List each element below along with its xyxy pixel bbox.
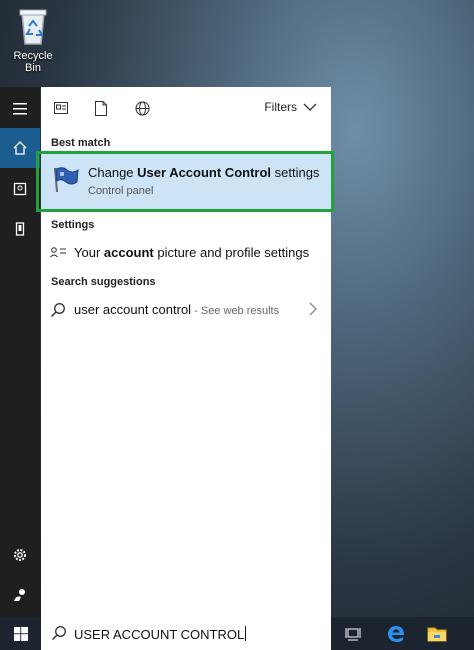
windows-logo-icon	[13, 626, 28, 641]
settings-header: Settings	[51, 219, 95, 231]
settings-button[interactable]	[0, 535, 40, 575]
notebook-button[interactable]	[0, 169, 40, 209]
task-view-icon	[345, 627, 360, 640]
suggestion-label: user account control - See web results	[74, 302, 280, 317]
edge-browser-button[interactable]	[379, 617, 412, 650]
notebook-icon	[13, 182, 27, 196]
search-suggestions-header: Search suggestions	[51, 276, 156, 288]
highlight-outline	[36, 151, 334, 212]
apps-filter-icon[interactable]	[52, 99, 70, 117]
filters-label: Filters	[264, 100, 297, 114]
documents-filter-icon[interactable]	[92, 99, 110, 117]
file-explorer-button[interactable]	[420, 617, 453, 650]
filters-dropdown[interactable]: Filters	[264, 100, 317, 114]
start-button[interactable]	[4, 617, 37, 650]
search-box-icon	[51, 625, 67, 646]
task-view-button[interactable]	[336, 617, 369, 650]
best-match-header: Best match	[51, 137, 111, 149]
taskbar-search-box[interactable]: USER ACCOUNT CONTROL	[41, 617, 331, 650]
settings-result-label: Your account picture and profile setting…	[74, 245, 310, 260]
search-query-text: USER ACCOUNT CONTROL	[74, 626, 247, 642]
chevron-down-icon	[303, 103, 317, 111]
feedback-button[interactable]	[0, 575, 40, 615]
settings-result-account[interactable]: Your account picture and profile setting…	[41, 239, 331, 267]
feedback-icon	[14, 589, 25, 601]
search-icon	[50, 302, 66, 318]
start-left-rail	[0, 87, 40, 617]
hamburger-menu-button[interactable]	[0, 89, 40, 129]
chevron-right-icon	[309, 302, 317, 319]
folder-icon	[427, 627, 446, 641]
account-list-icon	[50, 245, 66, 261]
search-toolbar: Filters	[41, 87, 331, 129]
web-filter-icon[interactable]	[133, 99, 151, 117]
edge-icon	[387, 625, 404, 642]
phone-icon	[15, 222, 25, 236]
home-icon	[13, 141, 27, 155]
gear-icon	[14, 549, 26, 561]
device-button[interactable]	[0, 209, 40, 249]
recycle-bin-label: Recycle Bin	[13, 50, 53, 74]
recycle-bin-icon	[15, 6, 51, 46]
home-button[interactable]	[0, 128, 40, 168]
hamburger-icon	[13, 103, 27, 115]
recycle-bin-shortcut[interactable]: Recycle Bin	[6, 6, 60, 74]
web-suggestion-result[interactable]: user account control - See web results	[41, 296, 331, 324]
